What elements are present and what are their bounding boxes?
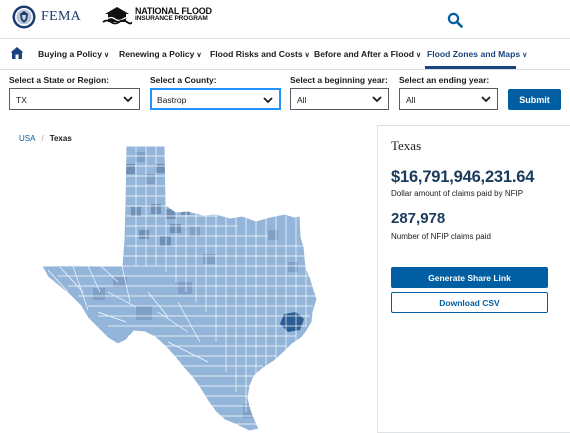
claims-count-label: Number of NFIP claims paid [391, 232, 491, 241]
end-year-select-label: Select an ending year: [399, 75, 490, 85]
chevron-down-icon [123, 96, 133, 103]
chevron-down-icon [481, 96, 491, 103]
nav-item-label: Buying a Policy [38, 49, 102, 59]
nfip-logo-line2: INSURANCE PROGRAM [135, 15, 208, 22]
submit-button[interactable]: Submit [508, 89, 561, 110]
chevron-down-icon [263, 97, 273, 104]
chevron-down-icon: ∨ [522, 52, 528, 59]
chevron-down-icon: ∨ [104, 52, 110, 59]
begin-year-select-label: Select a beginning year: [290, 75, 388, 85]
claims-amount-label: Dollar amount of claims paid by NFIP [391, 189, 524, 198]
nav-item-label: Flood Zones and Maps [427, 49, 521, 59]
nfip-house-logo-icon [102, 7, 132, 25]
county-select-value: Bastrop [157, 95, 187, 105]
county-select[interactable]: Bastrop [150, 88, 281, 110]
nav-item-label: Renewing a Policy [119, 49, 195, 59]
state-select-label: Select a State or Region: [9, 75, 110, 85]
state-select-value: TX [16, 95, 27, 105]
texas-county-map[interactable] [38, 142, 348, 433]
nfip-logo[interactable]: NATIONAL FLOOD INSURANCE PROGRAM [102, 5, 212, 25]
end-year-select-value: All [406, 95, 416, 105]
region-title: Texas [391, 138, 422, 153]
fema-logo-text: FEMA [41, 9, 82, 24]
site-header: FEMA NATIONAL FLOOD INSURANCE PROGRAM [0, 0, 570, 39]
fema-logo[interactable]: FEMA [12, 5, 81, 29]
claims-count: 287,978 [391, 210, 446, 227]
dhs-seal-icon [12, 5, 36, 29]
state-select[interactable]: TX [9, 88, 140, 110]
stats-card: Texas $16,791,946,231.64 Dollar amount o… [377, 125, 570, 433]
nav-item-before-after[interactable]: Before and After a Flood ∨ [314, 49, 421, 59]
breadcrumb-usa-link[interactable]: USA [19, 134, 35, 143]
nav-item-flood-risks[interactable]: Flood Risks and Costs ∨ [210, 49, 310, 59]
search-icon[interactable] [447, 12, 463, 28]
generate-share-link-button[interactable]: Generate Share Link [391, 267, 548, 288]
nav-item-renewing[interactable]: Renewing a Policy ∨ [119, 49, 202, 59]
download-csv-button[interactable]: Download CSV [391, 292, 548, 313]
chevron-down-icon: ∨ [304, 52, 310, 59]
chevron-down-icon [372, 96, 382, 103]
end-year-select[interactable]: All [399, 88, 498, 110]
nav-item-label: Flood Risks and Costs [210, 49, 303, 59]
main-nav: Buying a Policy ∨ Renewing a Policy ∨ Floo… [0, 38, 570, 70]
nav-item-flood-zones[interactable]: Flood Zones and Maps ∨ [427, 49, 527, 59]
claims-amount: $16,791,946,231.64 [391, 168, 535, 186]
county-select-label: Select a County: [150, 75, 217, 85]
nav-item-label: Before and After a Flood [314, 49, 414, 59]
chevron-down-icon: ∨ [415, 52, 422, 59]
nfip-logo-line1: NATIONAL FLOOD [135, 6, 212, 16]
begin-year-select[interactable]: All [290, 88, 389, 110]
active-tab-indicator [425, 66, 516, 69]
texas-fill [42, 146, 317, 431]
home-icon[interactable] [10, 46, 24, 60]
chevron-down-icon: ∨ [196, 52, 202, 59]
nav-item-buying[interactable]: Buying a Policy ∨ [38, 49, 109, 59]
begin-year-select-value: All [297, 95, 307, 105]
